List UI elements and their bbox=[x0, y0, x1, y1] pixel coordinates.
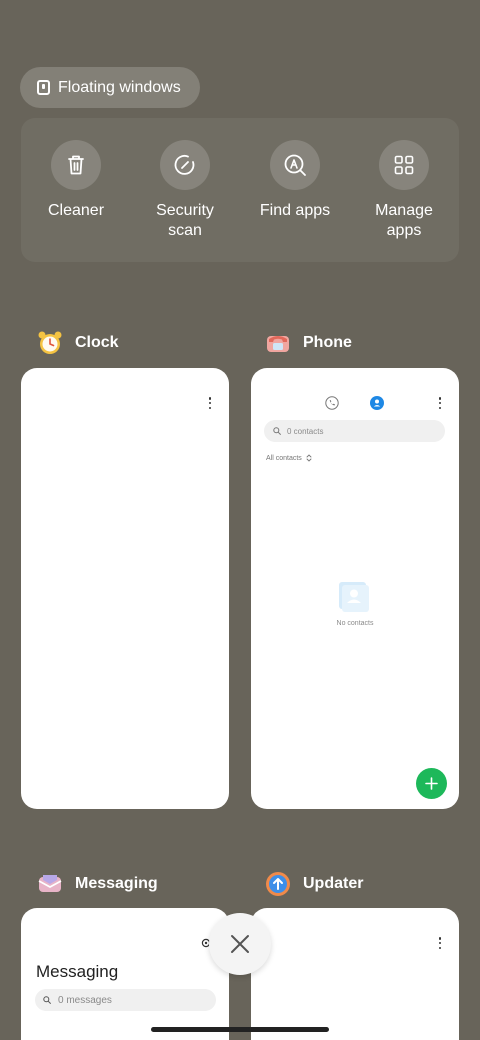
contacts-search-input[interactable]: 0 contacts bbox=[264, 420, 445, 442]
close-icon bbox=[231, 935, 249, 953]
contacts-tab-icon[interactable] bbox=[370, 396, 384, 410]
updater-app-name: Updater bbox=[303, 875, 364, 892]
floating-windows-button[interactable]: Floating windows bbox=[20, 67, 200, 108]
tool-find-apps[interactable]: Find apps bbox=[245, 140, 345, 221]
clock-app-card[interactable] bbox=[21, 368, 229, 809]
contacts-filter-dropdown[interactable]: All contacts bbox=[266, 454, 312, 462]
updater-app-icon bbox=[265, 871, 291, 897]
trash-icon bbox=[68, 155, 84, 175]
empty-contacts-icon bbox=[339, 582, 369, 612]
updater-more-icon[interactable] bbox=[438, 937, 442, 949]
search-icon bbox=[43, 996, 51, 1004]
phone-app-header[interactable]: Phone bbox=[265, 330, 352, 356]
manage-apps-button[interactable] bbox=[379, 140, 429, 190]
clock-more-icon[interactable] bbox=[208, 397, 212, 409]
updater-app-card[interactable] bbox=[251, 908, 459, 1040]
quick-tools-panel: Cleaner Security scan Find apps Manage a… bbox=[21, 118, 459, 262]
tool-security-scan[interactable]: Security scan bbox=[135, 140, 235, 241]
messaging-title: Messaging bbox=[36, 962, 119, 981]
find-apps-button[interactable] bbox=[270, 140, 320, 190]
phone-app-icon bbox=[265, 330, 291, 356]
find-apps-label: Find apps bbox=[259, 202, 331, 219]
home-indicator[interactable] bbox=[151, 1027, 329, 1032]
clock-app-name: Clock bbox=[75, 334, 119, 351]
messages-search-placeholder: 0 messages bbox=[58, 994, 112, 1006]
messaging-app-name: Messaging bbox=[75, 875, 158, 892]
security-scan-label: Security scan bbox=[156, 202, 214, 239]
add-contact-button[interactable] bbox=[416, 768, 447, 799]
search-icon bbox=[273, 427, 281, 435]
cleaner-label: Cleaner bbox=[47, 202, 105, 219]
shield-scan-icon bbox=[174, 155, 195, 175]
grid-icon bbox=[394, 155, 414, 175]
call-log-tab-icon[interactable] bbox=[325, 396, 339, 410]
phone-app-name: Phone bbox=[303, 334, 352, 351]
tool-manage-apps[interactable]: Manage apps bbox=[354, 140, 454, 241]
floating-windows-label: Floating windows bbox=[58, 78, 181, 96]
security-scan-button[interactable] bbox=[160, 140, 210, 190]
messaging-app-card[interactable]: Messaging 0 messages bbox=[21, 908, 229, 1040]
find-apps-icon bbox=[284, 154, 306, 176]
clock-app-header[interactable]: Clock bbox=[37, 330, 119, 356]
plus-icon bbox=[425, 777, 438, 790]
clear-all-button[interactable] bbox=[209, 913, 271, 975]
phone-more-icon[interactable] bbox=[438, 397, 442, 409]
contacts-filter-label: All contacts bbox=[266, 454, 302, 462]
contacts-search-placeholder: 0 contacts bbox=[287, 426, 324, 436]
updater-app-header[interactable]: Updater bbox=[265, 871, 363, 897]
empty-contacts-text: No contacts bbox=[336, 620, 374, 627]
floating-window-icon bbox=[37, 80, 50, 95]
manage-apps-label: Manage apps bbox=[375, 202, 433, 239]
sort-arrows-icon bbox=[306, 454, 312, 462]
cleaner-button[interactable] bbox=[51, 140, 101, 190]
messaging-app-header[interactable]: Messaging bbox=[37, 871, 158, 897]
messages-search-input[interactable]: 0 messages bbox=[35, 989, 216, 1011]
tool-cleaner[interactable]: Cleaner bbox=[26, 140, 126, 221]
phone-app-card[interactable]: 0 contacts All contacts No contacts bbox=[251, 368, 459, 809]
alarm-clock-icon bbox=[37, 330, 63, 356]
messaging-app-icon bbox=[37, 871, 63, 897]
